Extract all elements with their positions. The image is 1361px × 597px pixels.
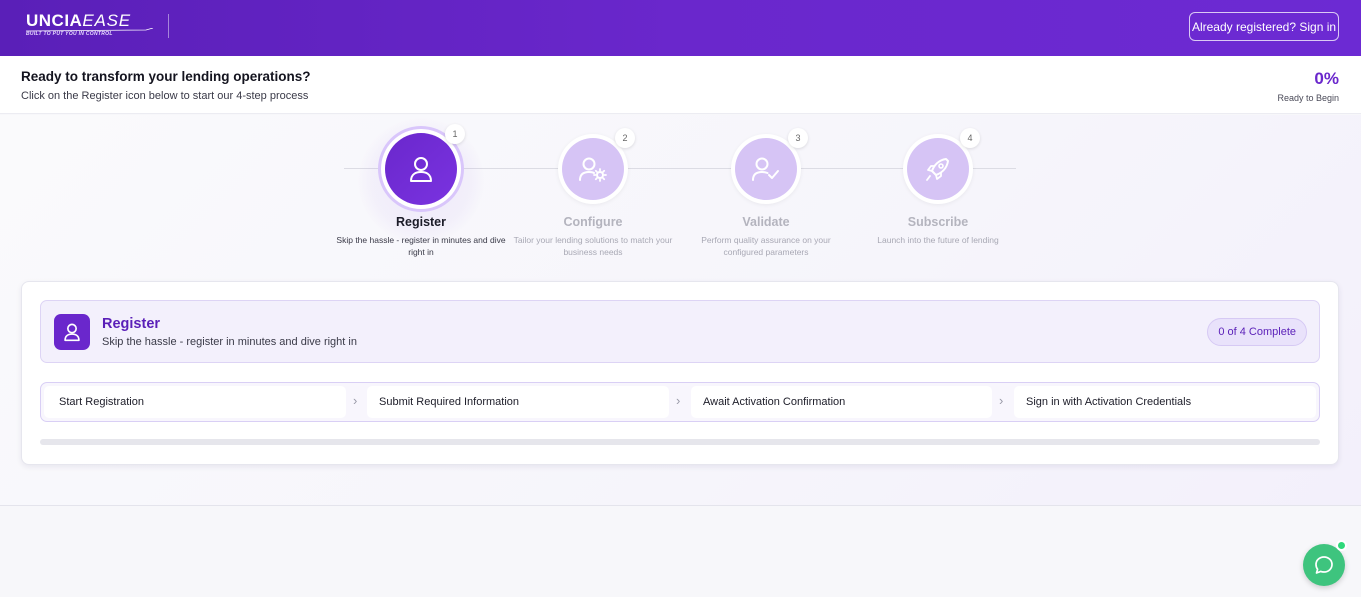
step-1-number: 1: [445, 124, 465, 144]
chevron-right-icon: ›: [676, 393, 681, 408]
current-step-header: Register Skip the hassle - register in m…: [40, 300, 1320, 363]
header-divider: [168, 14, 169, 38]
user-icon: [410, 157, 432, 182]
page-title: Ready to transform your lending operatio…: [21, 69, 311, 84]
step-2-description: Tailor your lending solutions to match y…: [513, 235, 673, 257]
substep-await-activation[interactable]: Await Activation Confirmation: [691, 386, 992, 418]
register-step-icon-tile: [54, 314, 90, 350]
step-1-description: Skip the hassle - register in minutes an…: [336, 235, 506, 257]
user-check-icon: [752, 157, 779, 181]
chevron-right-icon: ›: [353, 393, 358, 408]
substep-sign-in-credentials[interactable]: Sign in with Activation Credentials: [1014, 386, 1316, 418]
step-4-description: Launch into the future of lending: [877, 235, 999, 245]
step-4-number: 4: [960, 128, 980, 148]
step-4-title: Subscribe: [907, 215, 969, 229]
substep-submit-information[interactable]: Submit Required Information: [367, 386, 669, 418]
step-3-title: Validate: [742, 215, 790, 229]
rocket-icon: [926, 158, 949, 181]
current-step-subtitle: Skip the hassle - register in minutes an…: [102, 336, 357, 348]
substep-list: Start Registration › Submit Required Inf…: [40, 382, 1320, 422]
chat-bubble-icon: [1315, 556, 1333, 574]
user-icon: [64, 323, 80, 342]
intro-banner: Ready to transform your lending operatio…: [0, 56, 1361, 114]
step-1-circle[interactable]: [385, 133, 457, 205]
step-3-number: 3: [788, 128, 808, 148]
current-step-card: Register Skip the hassle - register in m…: [21, 281, 1339, 465]
step-4-circle[interactable]: [907, 138, 969, 200]
completion-badge: 0 of 4 Complete: [1207, 318, 1307, 346]
online-status-dot: [1336, 540, 1347, 551]
uncia-ease-logo[interactable]: UNCIAEASE BUILT TO PUT YOU IN CONTROL: [26, 11, 156, 41]
step-2-circle[interactable]: [562, 138, 624, 200]
page-subtitle: Click on the Register icon below to star…: [21, 90, 309, 102]
user-gear-icon: [579, 157, 607, 182]
overall-progress-percent: 0%: [1314, 69, 1339, 88]
step-3-circle[interactable]: [735, 138, 797, 200]
step-1-title: Register: [395, 215, 447, 229]
current-step-title: Register: [102, 316, 161, 332]
step-3-description: Perform quality assurance on your config…: [701, 235, 831, 257]
chevron-right-icon: ›: [999, 393, 1004, 408]
substep-start-registration[interactable]: Start Registration: [44, 386, 346, 418]
sign-in-button[interactable]: Already registered? Sign in: [1189, 12, 1339, 41]
overall-progress-label: Ready to Begin: [1277, 93, 1339, 103]
step-progress-bar: [40, 439, 1320, 445]
step-2-title: Configure: [563, 215, 623, 229]
logo-tagline: BUILT TO PUT YOU IN CONTROL: [26, 31, 113, 37]
top-navigation-bar: UNCIAEASE BUILT TO PUT YOU IN CONTROL Al…: [0, 0, 1361, 56]
step-2-number: 2: [615, 128, 635, 148]
